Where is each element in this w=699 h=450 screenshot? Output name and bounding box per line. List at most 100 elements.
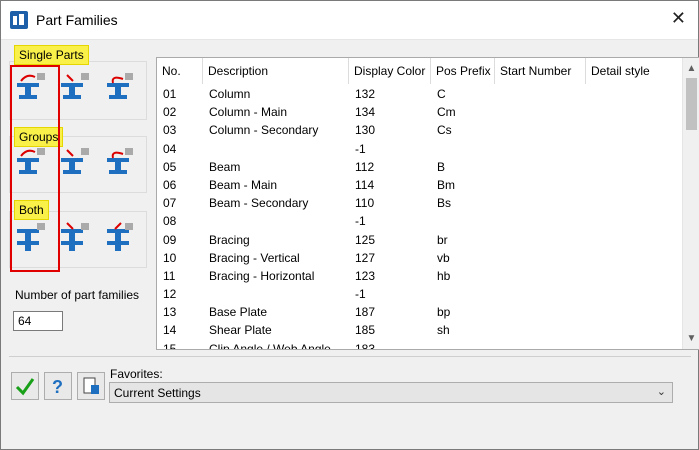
table-cell xyxy=(495,340,586,349)
table-cell xyxy=(203,140,349,158)
table-row[interactable]: 01 Column 132 C xyxy=(157,85,682,103)
table-cell xyxy=(586,249,682,267)
groups-remove-button[interactable] xyxy=(101,144,137,180)
table-cell: 125 xyxy=(355,232,376,247)
table-row[interactable]: 13 Base Plate 187 bp xyxy=(157,303,682,321)
help-icon: ? xyxy=(52,377,63,396)
table-cell xyxy=(431,140,495,158)
table-row[interactable]: 11 Bracing - Horizontal 123 hb xyxy=(157,267,682,285)
table-row[interactable]: 02 Column - Main 134 Cm xyxy=(157,103,682,121)
table-row[interactable]: 15 Clip Angle / Web Angle 183 xyxy=(157,340,682,350)
single-part-add-icon xyxy=(61,73,89,99)
table-cell: 134 xyxy=(355,105,376,120)
table-cell: Column xyxy=(209,87,251,101)
table-cell xyxy=(495,321,586,339)
table-cell: 132 xyxy=(355,87,376,101)
group-remove-icon xyxy=(107,148,133,174)
col-description[interactable]: Description xyxy=(203,58,349,84)
table-cell xyxy=(586,231,682,249)
table-row[interactable]: 10 Bracing - Vertical 127 vb xyxy=(157,249,682,267)
favorites-value: Current Settings xyxy=(114,386,201,400)
table-cell: 114 xyxy=(355,177,375,192)
both-remove-button[interactable] xyxy=(101,219,137,255)
table-cell xyxy=(495,194,586,212)
table-cell xyxy=(586,85,682,103)
checkmark-icon xyxy=(15,378,35,396)
divider xyxy=(9,356,691,357)
table-row[interactable]: 04 -1 xyxy=(157,140,682,158)
table-cell: Shear Plate xyxy=(209,323,272,338)
table-cell xyxy=(495,176,586,194)
table-row[interactable]: 07 Beam - Secondary 110 Bs xyxy=(157,194,682,212)
table-cell xyxy=(586,285,682,303)
table-cell: -1 xyxy=(355,214,366,229)
chevron-down-icon: ⌄ xyxy=(656,386,666,398)
single-parts-add-button[interactable] xyxy=(57,69,93,105)
part-families-table: No. Description Display Color Pos Prefix… xyxy=(156,57,699,350)
table-cell: br xyxy=(437,232,448,247)
table-cell xyxy=(586,140,682,158)
table-cell xyxy=(495,158,586,176)
table-cell xyxy=(431,212,495,230)
table-cell: 15 xyxy=(163,341,177,350)
scroll-up-icon[interactable]: ▲ xyxy=(683,60,699,77)
table-cell: 13 xyxy=(163,305,177,320)
table-cell: 05 xyxy=(163,159,177,174)
table-cell: Column - Main xyxy=(209,105,288,120)
scroll-thumb[interactable] xyxy=(686,78,697,130)
table-cell: 183 xyxy=(355,341,376,350)
single-parts-remove-button[interactable] xyxy=(101,69,137,105)
table-header: No. Description Display Color Pos Prefix… xyxy=(157,58,682,85)
table-row[interactable]: 03 Column - Secondary 130 Cs xyxy=(157,121,682,139)
table-cell: Bracing xyxy=(209,232,250,247)
col-start-number[interactable]: Start Number xyxy=(495,58,586,84)
save-favorites-button[interactable] xyxy=(77,372,105,400)
table-cell xyxy=(495,212,586,230)
table-cell: 01 xyxy=(163,87,177,101)
table-cell: 187 xyxy=(355,305,376,320)
both-add-icon xyxy=(61,222,89,251)
scroll-down-icon[interactable]: ▼ xyxy=(683,330,699,347)
table-row[interactable]: 09 Bracing 125 br xyxy=(157,231,682,249)
table-row[interactable]: 06 Beam - Main 114 Bm xyxy=(157,176,682,194)
table-cell: Bs xyxy=(437,196,452,211)
table-cell: Beam - Secondary xyxy=(209,196,309,211)
table-cell: 06 xyxy=(163,177,177,192)
table-cell: 07 xyxy=(163,196,177,211)
table-cell xyxy=(203,285,349,303)
table-cell: -1 xyxy=(355,141,366,156)
col-pos-prefix[interactable]: Pos Prefix xyxy=(431,58,495,84)
table-cell: 02 xyxy=(163,105,177,120)
col-display-color[interactable]: Display Color xyxy=(349,58,431,84)
single-part-remove-icon xyxy=(107,73,133,99)
both-remove-icon xyxy=(107,222,133,251)
selection-highlight-outline xyxy=(10,65,60,272)
both-add-button[interactable] xyxy=(57,219,93,255)
table-row[interactable]: 14 Shear Plate 185 sh xyxy=(157,321,682,339)
table-cell xyxy=(495,231,586,249)
table-row[interactable]: 05 Beam 112 B xyxy=(157,158,682,176)
table-cell: hb xyxy=(437,268,451,283)
help-button[interactable]: ? xyxy=(44,372,72,400)
num-families-input[interactable]: 64 xyxy=(13,311,63,331)
vertical-scrollbar[interactable]: ▲ ▼ xyxy=(682,58,699,349)
document-save-icon xyxy=(83,377,99,394)
close-icon[interactable]: ✕ xyxy=(671,8,686,29)
table-cell: sh xyxy=(437,323,450,338)
table-row[interactable]: 08 -1 xyxy=(157,212,682,230)
table-body: 01 Column 132 C 02 Column - Main 134 Cm 03 Column… xyxy=(157,85,682,350)
table-cell: 14 xyxy=(163,323,177,338)
table-cell: Clip Angle / Web Angle xyxy=(209,341,331,350)
table-cell xyxy=(495,103,586,121)
table-row[interactable]: 12 -1 xyxy=(157,285,682,303)
table-cell: C xyxy=(437,87,446,101)
table-cell: 112 xyxy=(355,159,375,174)
table-cell: Column - Secondary xyxy=(209,123,319,138)
col-no[interactable]: No. xyxy=(157,58,203,84)
table-cell xyxy=(495,285,586,303)
table-cell: 123 xyxy=(355,268,376,283)
favorites-select[interactable]: Current Settings ⌄ xyxy=(109,382,673,403)
groups-add-button[interactable] xyxy=(57,144,93,180)
ok-button[interactable] xyxy=(11,372,39,400)
col-detail-style[interactable]: Detail style xyxy=(586,58,682,84)
